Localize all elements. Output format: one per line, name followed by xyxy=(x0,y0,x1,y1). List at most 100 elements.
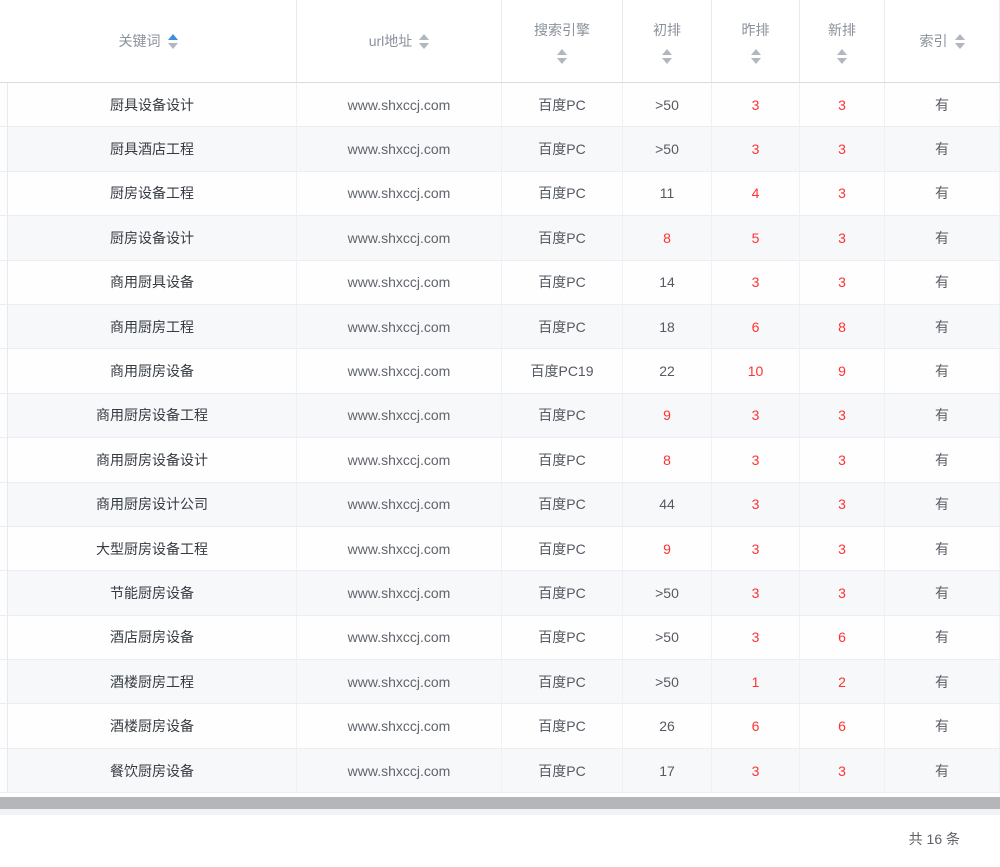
cell-yesterday-rank: 3 xyxy=(712,749,800,792)
cell-initial-rank: 11 xyxy=(623,172,712,215)
cell-new-rank: 3 xyxy=(800,172,885,215)
cell-new-rank: 3 xyxy=(800,527,885,570)
cell-new-rank: 3 xyxy=(800,483,885,526)
cell-keyword: 酒楼厨房设备 xyxy=(8,704,297,747)
cell-index: 有 xyxy=(885,83,1000,126)
table-row: 厨具酒店工程www.shxccj.com百度PC>5033有 xyxy=(0,127,1000,171)
cell-yesterday-rank: 3 xyxy=(712,483,800,526)
column-header-keyword[interactable]: 关键词 xyxy=(0,0,297,82)
cell-index: 有 xyxy=(885,571,1000,614)
cell-yesterday-rank: 3 xyxy=(712,438,800,481)
sort-icon[interactable] xyxy=(751,49,761,64)
cell-index: 有 xyxy=(885,394,1000,437)
sort-icon[interactable] xyxy=(557,49,567,64)
cell-initial-rank: >50 xyxy=(623,83,712,126)
cell-search-engine: 百度PC xyxy=(502,127,623,170)
cell-yesterday-rank: 1 xyxy=(712,660,800,703)
cell-keyword: 商用厨房设计公司 xyxy=(8,483,297,526)
cell-url: www.shxccj.com xyxy=(297,749,502,792)
column-header-yesterday-rank[interactable]: 昨排 xyxy=(712,0,800,82)
cell-yesterday-rank: 4 xyxy=(712,172,800,215)
sort-icon[interactable] xyxy=(837,49,847,64)
cell-initial-rank: 9 xyxy=(623,394,712,437)
cell-keyword: 厨房设备工程 xyxy=(8,172,297,215)
row-left-gutter xyxy=(0,483,8,526)
table-row: 商用厨房工程www.shxccj.com百度PC1868有 xyxy=(0,305,1000,349)
column-header-index[interactable]: 索引 xyxy=(885,0,1000,82)
column-header-new-rank[interactable]: 新排 xyxy=(800,0,885,82)
cell-new-rank: 3 xyxy=(800,749,885,792)
table-footer: 共 16 条 xyxy=(0,829,1000,849)
cell-new-rank: 2 xyxy=(800,660,885,703)
cell-keyword: 酒店厨房设备 xyxy=(8,616,297,659)
horizontal-scrollbar-thumb[interactable] xyxy=(0,797,1000,809)
row-left-gutter xyxy=(0,261,8,304)
cell-url: www.shxccj.com xyxy=(297,483,502,526)
cell-yesterday-rank: 3 xyxy=(712,527,800,570)
cell-search-engine: 百度PC xyxy=(502,394,623,437)
table-row: 商用厨具设备www.shxccj.com百度PC1433有 xyxy=(0,261,1000,305)
row-left-gutter xyxy=(0,127,8,170)
cell-initial-rank: 22 xyxy=(623,349,712,392)
cell-index: 有 xyxy=(885,349,1000,392)
cell-keyword: 商用厨房设备工程 xyxy=(8,394,297,437)
row-left-gutter xyxy=(0,749,8,792)
cell-keyword: 厨房设备设计 xyxy=(8,216,297,259)
cell-new-rank: 3 xyxy=(800,438,885,481)
cell-initial-rank: >50 xyxy=(623,616,712,659)
cell-new-rank: 9 xyxy=(800,349,885,392)
cell-new-rank: 3 xyxy=(800,127,885,170)
cell-index: 有 xyxy=(885,438,1000,481)
sort-icon[interactable] xyxy=(662,49,672,64)
cell-new-rank: 3 xyxy=(800,261,885,304)
cell-search-engine: 百度PC xyxy=(502,172,623,215)
table-body: 厨具设备设计www.shxccj.com百度PC>5033有厨具酒店工程www.… xyxy=(0,83,1000,793)
row-left-gutter xyxy=(0,172,8,215)
cell-keyword: 节能厨房设备 xyxy=(8,571,297,614)
cell-search-engine: 百度PC19 xyxy=(502,349,623,392)
sort-icon[interactable] xyxy=(955,34,965,49)
table-row: 餐饮厨房设备www.shxccj.com百度PC1733有 xyxy=(0,749,1000,793)
column-label-initial-rank: 初排 xyxy=(653,20,681,40)
column-header-search-engine[interactable]: 搜索引擎 xyxy=(502,0,623,82)
sort-icon[interactable] xyxy=(419,34,429,49)
cell-yesterday-rank: 3 xyxy=(712,261,800,304)
cell-initial-rank: 9 xyxy=(623,527,712,570)
cell-yesterday-rank: 3 xyxy=(712,127,800,170)
cell-search-engine: 百度PC xyxy=(502,749,623,792)
cell-keyword: 厨具设备设计 xyxy=(8,83,297,126)
cell-initial-rank: 14 xyxy=(623,261,712,304)
cell-new-rank: 3 xyxy=(800,83,885,126)
cell-index: 有 xyxy=(885,660,1000,703)
horizontal-scrollbar xyxy=(0,797,1000,815)
cell-index: 有 xyxy=(885,127,1000,170)
cell-initial-rank: >50 xyxy=(623,660,712,703)
cell-search-engine: 百度PC xyxy=(502,261,623,304)
row-left-gutter xyxy=(0,704,8,747)
cell-keyword: 酒楼厨房工程 xyxy=(8,660,297,703)
cell-search-engine: 百度PC xyxy=(502,216,623,259)
cell-new-rank: 3 xyxy=(800,394,885,437)
cell-index: 有 xyxy=(885,483,1000,526)
cell-yesterday-rank: 6 xyxy=(712,704,800,747)
cell-search-engine: 百度PC xyxy=(502,704,623,747)
column-header-url[interactable]: url地址 xyxy=(297,0,502,82)
column-header-initial-rank[interactable]: 初排 xyxy=(623,0,712,82)
cell-keyword: 商用厨具设备 xyxy=(8,261,297,304)
cell-yesterday-rank: 3 xyxy=(712,571,800,614)
cell-yesterday-rank: 3 xyxy=(712,83,800,126)
sort-icon[interactable] xyxy=(168,34,178,49)
cell-index: 有 xyxy=(885,616,1000,659)
keyword-rank-table: 关键词 url地址 搜索引擎 初排 昨排 新排 索引 厨具设备设计 www.shx… xyxy=(0,0,1000,849)
column-label-keyword: 关键词 xyxy=(119,31,161,51)
cell-url: www.shxccj.com xyxy=(297,349,502,392)
cell-keyword: 餐饮厨房设备 xyxy=(8,749,297,792)
cell-initial-rank: 18 xyxy=(623,305,712,348)
cell-index: 有 xyxy=(885,305,1000,348)
cell-index: 有 xyxy=(885,261,1000,304)
row-left-gutter xyxy=(0,527,8,570)
cell-index: 有 xyxy=(885,527,1000,570)
row-left-gutter xyxy=(0,394,8,437)
column-label-index: 索引 xyxy=(920,31,948,51)
cell-initial-rank: 17 xyxy=(623,749,712,792)
